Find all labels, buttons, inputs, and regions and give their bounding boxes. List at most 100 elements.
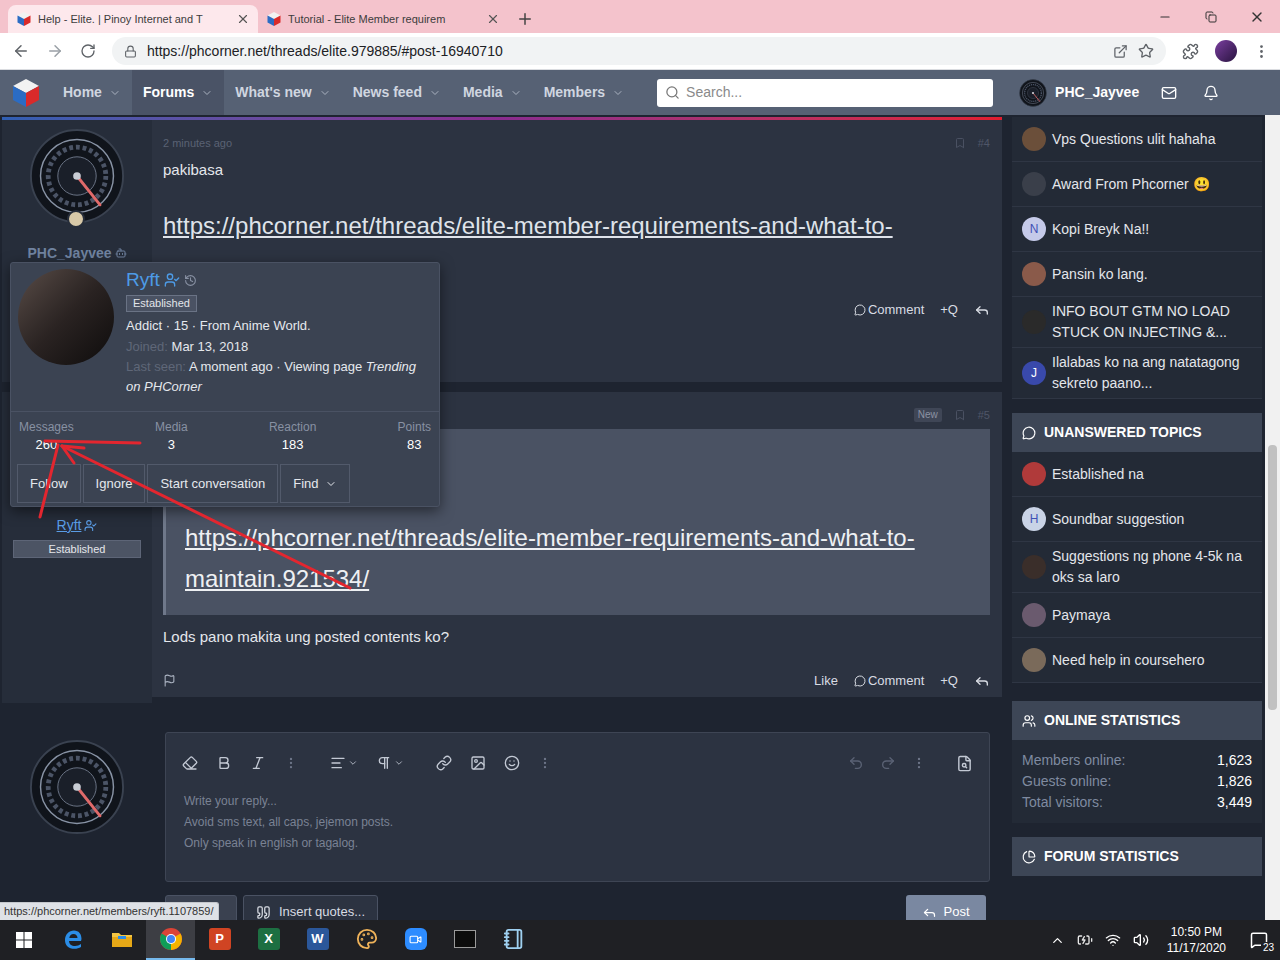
close-window-icon[interactable] <box>1249 9 1265 25</box>
browser-tab[interactable]: Help - Elite. | Pinoy Internet and T <box>8 5 258 33</box>
back-icon[interactable] <box>12 42 30 60</box>
nav-item[interactable]: Home <box>52 70 132 115</box>
smilie-icon[interactable] <box>504 755 520 771</box>
topic-avatar[interactable]: H <box>1022 507 1046 531</box>
more-icon[interactable] <box>912 756 926 770</box>
restore-icon[interactable] <box>1205 11 1217 23</box>
caret-icon[interactable] <box>429 87 441 99</box>
caret-icon[interactable] <box>201 87 213 99</box>
bookmark-icon[interactable] <box>954 409 966 421</box>
topic-row[interactable]: INFO BOUT GTM NO LOAD STUCK ON INJECTING… <box>1012 297 1262 348</box>
nav-item[interactable]: Forums <box>132 70 224 115</box>
caret-icon[interactable] <box>510 87 522 99</box>
wifi-icon[interactable] <box>1105 932 1121 948</box>
search-field[interactable]: Search... <box>657 79 993 107</box>
paragraph-icon[interactable] <box>376 755 392 771</box>
topic-row[interactable]: Pansin ko lang. <box>1012 252 1262 297</box>
taskbar-app[interactable] <box>48 920 97 960</box>
battery-icon[interactable] <box>1077 932 1093 948</box>
bold-icon[interactable] <box>216 755 232 771</box>
author-name[interactable]: Ryft <box>57 516 98 534</box>
align-icon[interactable] <box>330 755 346 771</box>
taskbar-app[interactable] <box>391 920 440 960</box>
account-avatar-icon[interactable] <box>1019 79 1047 107</box>
post-number[interactable]: #5 <box>978 407 990 424</box>
quote-link[interactable]: https://phcorner.net/threads/elite-membe… <box>185 524 915 592</box>
volume-icon[interactable] <box>1133 932 1149 948</box>
action-button[interactable]: +Q <box>940 300 958 320</box>
bookmark-star-icon[interactable] <box>1138 43 1154 59</box>
clear-format-icon[interactable] <box>182 755 198 771</box>
topic-avatar[interactable]: J <box>1022 361 1046 385</box>
reply-avatar[interactable] <box>29 739 125 835</box>
more-icon[interactable] <box>538 756 552 770</box>
topic-row[interactable]: Paymaya <box>1012 593 1262 638</box>
topic-row[interactable]: Established na <box>1012 452 1262 497</box>
more-icon[interactable] <box>284 756 298 770</box>
topic-avatar[interactable] <box>1022 127 1046 151</box>
caret-icon[interactable] <box>319 87 331 99</box>
link-icon[interactable] <box>436 755 452 771</box>
reload-icon[interactable] <box>80 43 96 59</box>
post-number[interactable]: #4 <box>978 135 990 152</box>
open-in-app-icon[interactable] <box>1113 44 1128 59</box>
start-button[interactable] <box>0 920 48 960</box>
topic-avatar[interactable] <box>1022 555 1046 579</box>
taskbar-app[interactable] <box>146 920 195 960</box>
profile-icon[interactable] <box>1215 40 1237 62</box>
minimize-icon[interactable] <box>1158 10 1172 24</box>
action-button[interactable]: +Q <box>940 671 958 691</box>
scrollbar[interactable] <box>1265 115 1280 920</box>
caret-icon[interactable] <box>612 87 624 99</box>
taskbar-app[interactable] <box>440 920 489 960</box>
member-action-button[interactable]: Follow <box>17 464 81 503</box>
post-reply-button[interactable]: Post <box>906 895 986 920</box>
topic-avatar[interactable] <box>1022 310 1046 334</box>
report-icon[interactable] <box>163 674 176 687</box>
share-icon[interactable] <box>974 673 990 689</box>
italic-icon[interactable] <box>250 755 266 771</box>
favicon-icon[interactable] <box>266 11 282 27</box>
clock[interactable]: 10:50 PM11/17/2020 <box>1161 924 1232 956</box>
url-field[interactable]: https://phcorner.net/threads/elite.97988… <box>112 37 1166 65</box>
author-name[interactable]: PHC_Jayvee <box>27 244 126 262</box>
topic-avatar[interactable] <box>1022 262 1046 286</box>
topic-avatar[interactable] <box>1022 603 1046 627</box>
comment-button[interactable]: Comment <box>854 671 924 691</box>
image-icon[interactable] <box>470 755 486 771</box>
member-action-button[interactable]: Find <box>280 464 349 503</box>
taskbar-app[interactable]: P <box>195 920 244 960</box>
topic-row[interactable]: Suggestions ng phone 4-5k na oks sa laro <box>1012 542 1262 593</box>
topic-row[interactable]: NKopi Breyk Na!! <box>1012 207 1262 252</box>
taskbar-app[interactable] <box>342 920 391 960</box>
redo-icon[interactable] <box>880 755 896 771</box>
topic-avatar[interactable] <box>1022 172 1046 196</box>
topic-avatar[interactable] <box>1022 462 1046 486</box>
topic-row[interactable]: HSoundbar suggestion <box>1012 497 1262 542</box>
browser-tab[interactable]: Tutorial - Elite Member requirem <box>258 5 508 33</box>
taskbar-app[interactable]: X <box>244 920 293 960</box>
forward-icon[interactable] <box>46 42 64 60</box>
show-hidden-icons-icon[interactable] <box>1050 933 1065 948</box>
reply-textarea[interactable]: Write your reply...Avoid sms text, all c… <box>166 783 989 881</box>
menu-icon[interactable] <box>1253 43 1270 60</box>
post-link[interactable]: https://phcorner.net/threads/elite-membe… <box>163 208 990 244</box>
member-action-button[interactable]: Start conversation <box>147 464 278 503</box>
member-action-button[interactable]: Ignore <box>83 464 146 503</box>
topic-avatar[interactable] <box>1022 648 1046 672</box>
topic-row[interactable]: Vps Questions ulit hahaha <box>1012 117 1262 162</box>
nav-item[interactable]: What's new <box>224 70 341 115</box>
nav-item[interactable]: Media <box>452 70 533 115</box>
share-icon[interactable] <box>974 302 990 318</box>
extensions-icon[interactable] <box>1182 43 1199 60</box>
caret-icon[interactable] <box>109 87 121 99</box>
topic-avatar[interactable]: N <box>1022 217 1046 241</box>
nav-item[interactable]: Members <box>533 70 635 115</box>
reply-editor[interactable]: Write your reply...Avoid sms text, all c… <box>165 732 990 882</box>
topic-row[interactable]: Need help in coursehero <box>1012 638 1262 683</box>
taskbar-app[interactable]: W <box>293 920 342 960</box>
preview-icon[interactable] <box>956 755 973 772</box>
bookmark-icon[interactable] <box>954 137 966 149</box>
scrollbar-thumb[interactable] <box>1268 445 1277 710</box>
action-button[interactable]: Like <box>814 671 838 691</box>
